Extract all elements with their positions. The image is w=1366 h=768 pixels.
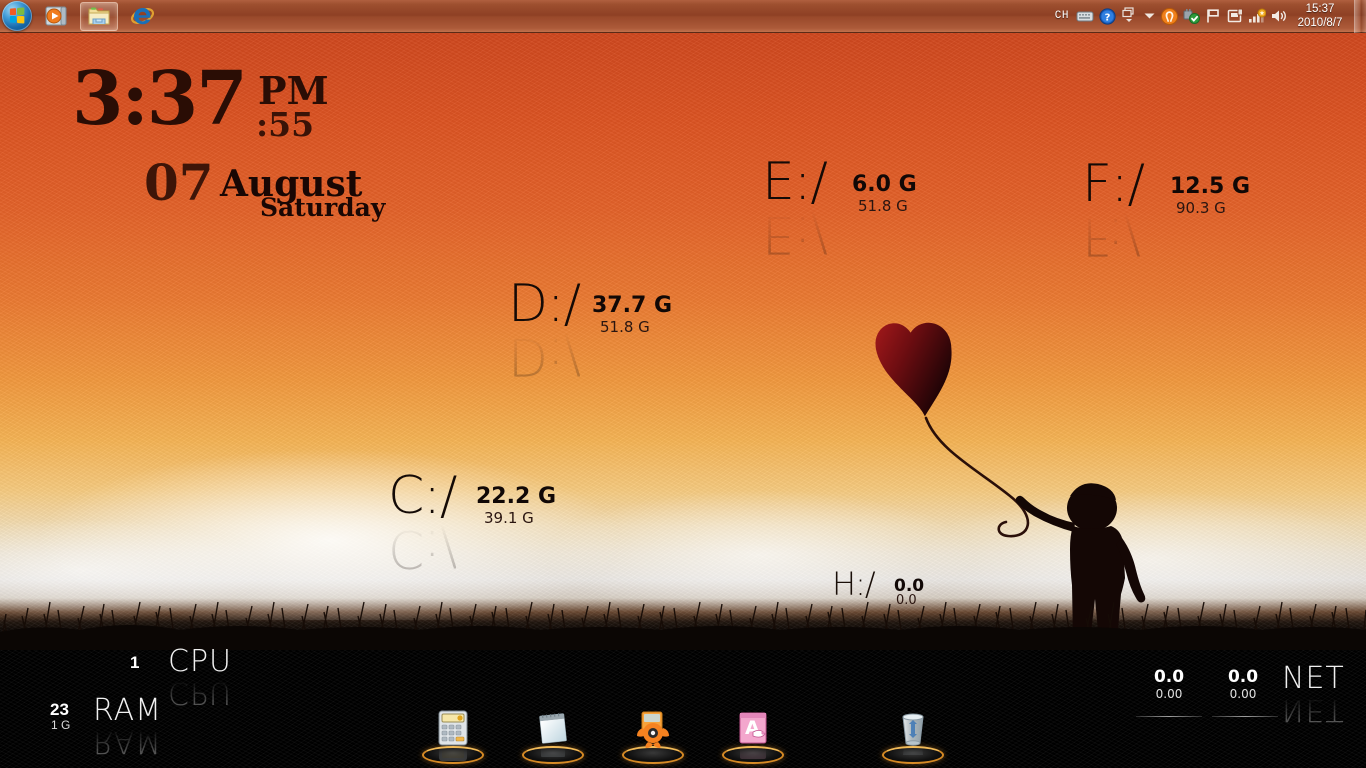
- calculator-icon-reflection: [433, 727, 473, 764]
- ime-language-indicator[interactable]: CH: [1050, 10, 1074, 22]
- drive-c-free: 22.2 G: [476, 484, 556, 509]
- windows-logo-icon: [9, 7, 26, 25]
- dock-item-calculator[interactable]: [416, 706, 490, 768]
- clock-gadget-weekday: Saturday: [260, 193, 386, 222]
- drive-letter-f: F:/: [1082, 154, 1145, 214]
- clock-gadget[interactable]: 3:37 PM :55 07 August Saturday: [70, 62, 400, 232]
- volume-icon[interactable]: [1268, 5, 1290, 27]
- drive-c-total: 39.1 G: [484, 509, 534, 527]
- drive-gadget-f[interactable]: F:/ F:/ 12.5 G 90.3 G: [1082, 154, 1292, 266]
- notepad-icon: [533, 708, 573, 748]
- net-download-column: 0.0 0.00: [1130, 667, 1208, 702]
- drive-d-free: 37.7 G: [592, 293, 672, 318]
- net-upload-total: 0.00: [1229, 687, 1257, 701]
- keyboard-icon[interactable]: [1074, 5, 1096, 27]
- action-center-flag-icon[interactable]: [1202, 5, 1224, 27]
- dock-item-access[interactable]: A: [716, 706, 790, 768]
- media-player-icon: [45, 6, 67, 26]
- clock-gadget-seconds: :55: [256, 105, 315, 144]
- recycle-bin-icon-reflection: [893, 729, 933, 764]
- removable-media-icon[interactable]: [1224, 5, 1246, 27]
- desktop-screen: 3:37 PM :55 07 August Saturday C:/ C:/ 2…: [0, 0, 1366, 768]
- taskbar-button-internet-explorer[interactable]: [123, 2, 162, 31]
- taskbar-clock[interactable]: 15:37 2010/8/7: [1290, 2, 1352, 30]
- safely-remove-hardware-icon[interactable]: [1180, 5, 1202, 27]
- system-tray: CH ? 15:37 2010/8/7: [1050, 0, 1366, 33]
- dock-item-notepad[interactable]: [516, 706, 590, 768]
- drive-f-free: 12.5 G: [1170, 174, 1250, 199]
- drive-gadget-e[interactable]: E:/ E:/ 6.0 G 51.8 G: [762, 152, 962, 264]
- microsoft-access-icon: A: [733, 708, 773, 748]
- taskbar-button-windows-explorer[interactable]: [80, 1, 118, 31]
- net-gadget-label: NET: [1282, 661, 1345, 696]
- microsoft-access-icon-reflection: [733, 729, 773, 764]
- drive-h-total: 0.0: [896, 593, 917, 608]
- net-upload-rate: 0.0: [1227, 667, 1259, 687]
- drive-letter-c-reflection: C:/: [388, 518, 457, 578]
- ime-switch-icon[interactable]: [1118, 5, 1140, 27]
- dock-item-recycle-bin[interactable]: [876, 706, 950, 768]
- show-hidden-icons-icon[interactable]: [1140, 5, 1158, 27]
- drive-gadget-h[interactable]: H:/ 0.0 0.0: [832, 568, 1012, 616]
- taskbar: CH ? 15:37 2010/8/7: [0, 0, 1366, 33]
- taskbar-clock-date: 2010/8/7: [1297, 17, 1343, 29]
- clock-gadget-time: 3:37: [72, 56, 248, 142]
- dock-item-avast[interactable]: [616, 706, 690, 768]
- svg-text:?: ?: [1104, 12, 1110, 23]
- drive-letter-e: E:/: [762, 152, 828, 212]
- taskbar-clock-time: 15:37: [1305, 3, 1335, 15]
- calculator-icon: [433, 708, 473, 748]
- help-icon[interactable]: ?: [1096, 5, 1118, 27]
- net-download-total: 0.00: [1155, 687, 1183, 701]
- folder-icon: [88, 7, 110, 25]
- drive-e-free: 6.0 G: [852, 172, 917, 197]
- drive-gadget-c[interactable]: C:/ C:/ 22.2 G 39.1 G: [388, 466, 608, 578]
- clock-gadget-day: 07: [144, 153, 214, 212]
- drive-letter-f-reflection: F:/: [1082, 206, 1140, 266]
- drive-letter-h: H:/: [832, 565, 876, 603]
- show-desktop-button[interactable]: [1354, 0, 1366, 33]
- cpu-gadget-label: CPU: [168, 644, 232, 679]
- desktop-dock: A: [0, 704, 1366, 768]
- recycle-bin-icon: [893, 708, 933, 748]
- taskbar-button-windows-media-player[interactable]: [37, 2, 75, 31]
- avast-icon-reflection: [633, 729, 673, 764]
- notepad-icon-reflection: [533, 730, 573, 764]
- net-upload-column: 0.0 0.00: [1204, 667, 1282, 702]
- drive-gadget-d[interactable]: D:/ D:/ 37.7 G 51.8 G: [508, 274, 728, 386]
- drive-letter-d: D:/: [508, 274, 581, 334]
- drive-letter-d-reflection: D:/: [508, 326, 581, 386]
- net-download-rate: 0.0: [1153, 667, 1185, 687]
- start-button[interactable]: [2, 1, 32, 31]
- drive-f-total: 90.3 G: [1176, 199, 1226, 217]
- avast-icon: [633, 708, 673, 748]
- drive-e-total: 51.8 G: [858, 197, 908, 215]
- drive-letter-c: C:/: [388, 466, 457, 526]
- drive-letter-e-reflection: E:/: [762, 204, 827, 264]
- cpu-usage-value: 1: [130, 653, 140, 672]
- internet-explorer-icon: [130, 7, 155, 24]
- drive-d-total: 51.8 G: [600, 318, 650, 336]
- network-signal-icon[interactable]: [1246, 5, 1268, 27]
- avast-tray-icon[interactable]: [1158, 5, 1180, 27]
